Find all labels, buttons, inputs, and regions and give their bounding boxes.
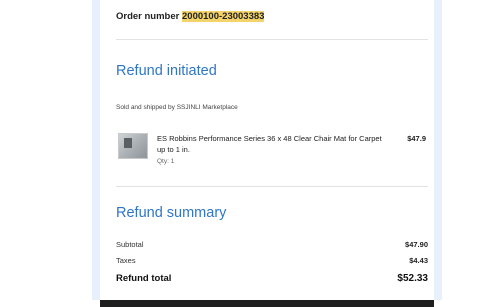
seller-info: Sold and shipped by SSJINLI Marketplace bbox=[116, 104, 238, 111]
order-number: Order number 2000100-23003383 bbox=[116, 11, 265, 22]
refund-total-row: Refund total $52.33 bbox=[116, 273, 428, 284]
bottom-bar bbox=[100, 300, 434, 307]
product-thumbnail[interactable] bbox=[118, 133, 148, 159]
taxes-label: Taxes bbox=[116, 256, 136, 265]
refund-total-label: Refund total bbox=[116, 273, 172, 284]
product-name[interactable]: ES Robbins Performance Series 36 x 48 Cl… bbox=[157, 133, 382, 155]
order-number-part2: 23003383 bbox=[222, 11, 265, 22]
refund-summary-title: Refund summary bbox=[116, 205, 227, 221]
taxes-row: Taxes $4.43 bbox=[116, 256, 428, 265]
refund-initiated-title: Refund initiated bbox=[116, 63, 217, 79]
subtotal-label: Subtotal bbox=[116, 240, 144, 249]
order-number-highlight[interactable]: 2000100-23003383 bbox=[182, 11, 265, 22]
refund-total-value: $52.33 bbox=[397, 273, 428, 284]
product-price: $47.9 bbox=[407, 134, 426, 143]
page-background bbox=[0, 0, 92, 307]
email-card: Order number 2000100-23003383 Refund ini… bbox=[100, 0, 434, 300]
divider bbox=[116, 186, 428, 187]
product-quantity: Qty: 1 bbox=[157, 158, 175, 165]
subtotal-row: Subtotal $47.90 bbox=[116, 240, 428, 249]
order-number-label: Order number bbox=[116, 11, 180, 22]
order-number-part1: 2000100 bbox=[182, 11, 219, 22]
subtotal-value: $47.90 bbox=[405, 240, 428, 249]
divider bbox=[116, 39, 428, 40]
taxes-value: $4.43 bbox=[409, 256, 428, 265]
